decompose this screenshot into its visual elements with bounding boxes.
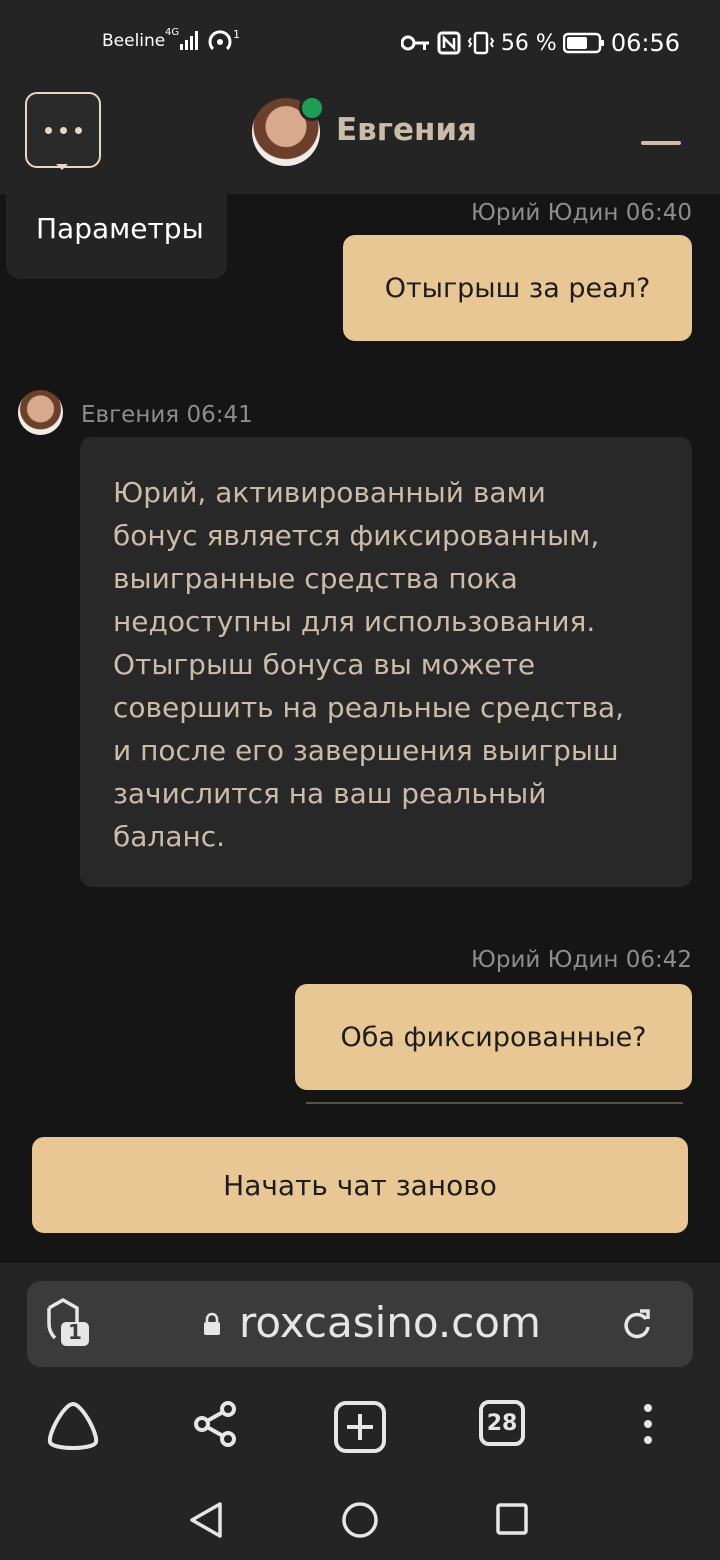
recents-icon[interactable] [495,1500,529,1540]
alice-assistant-icon[interactable] [46,1400,100,1452]
menu-pointer [56,164,68,170]
message-line: зачислится на ваш реальный [113,777,547,810]
shield-badge-count: 1 [68,1320,82,1344]
message-line: недоступны для использования. [113,605,596,638]
back-icon[interactable] [188,1500,224,1540]
agent-message-bubble: Юрий, активированный вами бонус является… [80,437,692,887]
message-line: бонус является фиксированным, [113,519,600,552]
options-menu-button[interactable] [25,92,101,168]
message-line: Отыгрыш бонуса вы можете [113,648,536,681]
agent-avatar-small [18,390,63,435]
status-time: 06:56 [610,29,680,57]
tabs-counter-button[interactable]: 28 [479,1400,525,1446]
network-type: 4G [165,27,180,38]
message-meta: Юрий Юдин 06:40 [471,200,692,226]
user-message-bubble: Отыгрыш за реал? [343,235,692,341]
vibrate-icon [467,31,495,55]
reload-icon[interactable] [620,1307,654,1341]
menu-item-options[interactable]: Параметры [36,212,204,245]
share-icon[interactable] [192,1400,240,1448]
home-icon[interactable] [341,1500,379,1540]
battery-icon [562,32,604,54]
carrier-name: Beeline [102,31,166,51]
key-icon [400,35,429,51]
battery-percent: 56 % [500,30,557,56]
message-line: выигранные средства пока [113,562,518,595]
online-status-dot [299,95,325,121]
message-meta: Юрий Юдин 06:42 [471,947,692,973]
chat-divider [306,1102,683,1104]
signal-icon [180,31,198,50]
message-line: и после его завершения выигрыш [113,734,619,767]
message-line: баланс. [113,820,226,853]
restart-chat-button[interactable]: Начать чат заново [32,1137,688,1233]
user-message-bubble: Оба фиксированные? [295,984,692,1090]
status-right-group: 56 % 06:56 [400,26,720,60]
more-dots-icon [44,126,82,134]
nfc-icon [437,31,461,55]
message-meta: Евгения 06:41 [81,402,253,428]
message-line: совершить на реальные средства, [113,691,625,724]
message-line: Юрий, активированный вами [113,476,546,509]
lock-icon [204,1312,220,1335]
new-tab-icon[interactable] [333,1400,387,1454]
more-vertical-icon[interactable] [638,1400,658,1448]
minimize-button[interactable] [641,141,681,145]
agent-name: Евгения [336,112,478,148]
url-text[interactable]: roxcasino.com [239,1298,541,1347]
hotspot-count: 1 [233,28,240,41]
